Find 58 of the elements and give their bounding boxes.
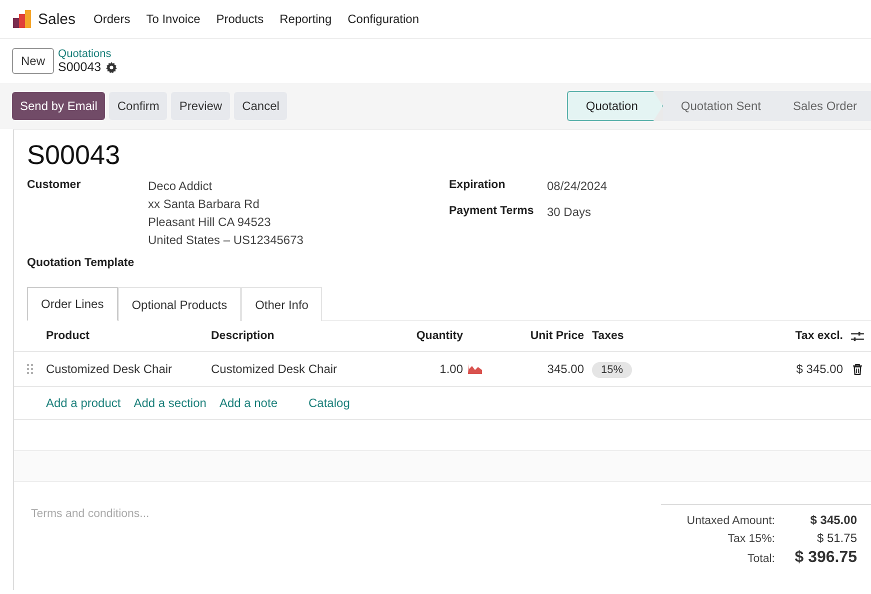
total-label: Untaxed Amount: xyxy=(686,515,775,527)
column-header[interactable]: Description xyxy=(211,330,381,342)
trash-icon[interactable] xyxy=(852,364,862,374)
table-cell: 1.00 xyxy=(440,362,463,376)
status-step[interactable]: Sales Order xyxy=(774,91,871,121)
drag-handle-icon[interactable] xyxy=(27,364,33,374)
status-step[interactable]: Quotation xyxy=(566,91,663,121)
bar-chart-logo-icon[interactable] xyxy=(12,9,32,29)
menu-item[interactable]: Products xyxy=(208,8,272,30)
breadcrumb-link[interactable]: Quotations xyxy=(58,48,118,60)
action-button[interactable]: Preview xyxy=(171,92,230,120)
field-label: Payment Terms xyxy=(449,205,535,219)
add-link[interactable]: Add a section xyxy=(134,396,206,410)
tab[interactable]: Optional Products xyxy=(118,287,242,321)
tab[interactable]: Order Lines xyxy=(27,287,118,321)
record-name: S00043 xyxy=(58,60,102,74)
tab[interactable]: Other Info xyxy=(241,287,322,321)
field-label: Quotation Template xyxy=(27,257,136,269)
field-label: Expiration xyxy=(449,179,506,193)
tax-tag: 15% xyxy=(592,362,632,378)
field-value[interactable]: 08/24/2024 xyxy=(547,179,608,193)
action-button[interactable]: Confirm xyxy=(109,92,168,120)
table-cell: $ 345.00 xyxy=(796,362,843,376)
column-header[interactable]: Tax excl. xyxy=(795,330,843,342)
column-header[interactable]: Product xyxy=(46,330,211,342)
table-cell-text: Customized Desk Chair xyxy=(46,362,174,376)
add-link[interactable]: Add a note xyxy=(219,396,278,410)
add-link[interactable]: Catalog xyxy=(308,396,350,410)
action-button[interactable]: Send by Email xyxy=(12,92,106,120)
column-header[interactable]: Unit Price xyxy=(530,330,584,342)
total-value: $ 51.75 xyxy=(816,531,857,545)
total-value: $ 345.00 xyxy=(809,513,857,527)
table-cell: 345.00 xyxy=(547,362,584,376)
status-step[interactable]: Quotation Sent xyxy=(662,91,775,121)
new-button[interactable]: New xyxy=(12,48,54,74)
address-line: xx Santa Barbara Rd xyxy=(148,197,260,211)
address-line: Deco Addict xyxy=(148,179,214,193)
total-label: Tax 15%: xyxy=(728,533,775,545)
column-header[interactable]: Taxes xyxy=(584,330,664,342)
record-title: S00043 xyxy=(26,139,122,172)
menu-item[interactable]: Reporting xyxy=(272,8,340,30)
column-header[interactable]: Quantity xyxy=(416,330,463,342)
app-name[interactable]: Sales xyxy=(38,10,76,28)
sliders-icon[interactable] xyxy=(850,330,864,342)
menu-item[interactable]: Configuration xyxy=(340,8,428,30)
field-value[interactable]: 30 Days xyxy=(547,205,592,219)
area-chart-icon[interactable] xyxy=(468,364,482,374)
field-label: Customer xyxy=(27,179,82,193)
table-cell-text: Customized Desk Chair xyxy=(211,362,338,376)
gear-icon[interactable] xyxy=(106,62,118,72)
address-line: United States – US12345673 xyxy=(148,233,304,247)
add-link[interactable]: Add a product xyxy=(46,396,121,410)
action-button[interactable]: Cancel xyxy=(234,92,288,120)
total-label: Total: xyxy=(748,553,775,565)
total-value: $ 396.75 xyxy=(794,549,857,567)
menu-item[interactable]: Orders xyxy=(86,8,138,30)
address-line: Pleasant Hill CA 94523 xyxy=(148,215,272,229)
menu-item[interactable]: To Invoice xyxy=(138,8,208,30)
